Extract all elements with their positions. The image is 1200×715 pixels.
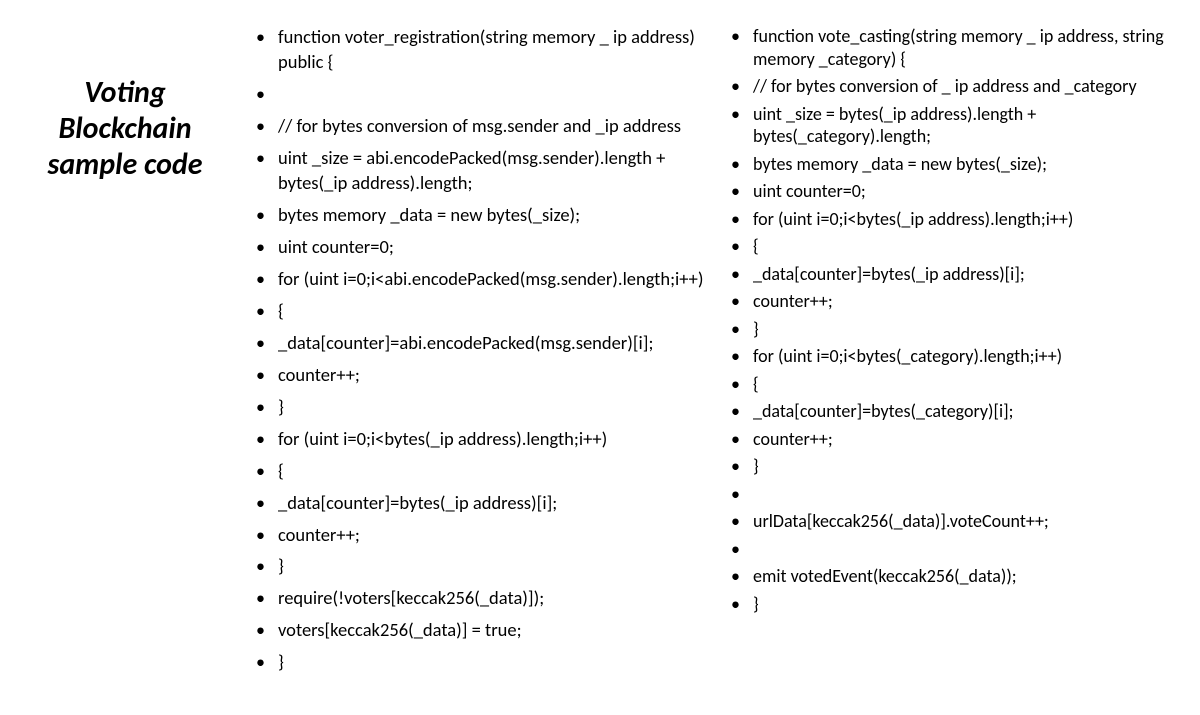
code-line: counter++; [250, 363, 705, 388]
code-line: { [725, 235, 1180, 258]
code-line: { [250, 299, 705, 324]
code-line: } [725, 455, 1180, 478]
code-line: { [250, 459, 705, 484]
code-line: require(!voters[keccak256(_data)]); [250, 586, 705, 611]
code-line: } [725, 318, 1180, 341]
code-line: // for bytes conversion of _ ip address … [725, 75, 1180, 98]
code-line: counter++; [250, 523, 705, 548]
code-line [725, 538, 1180, 561]
code-line: uint _size = abi.encodePacked(msg.sender… [250, 146, 705, 196]
code-line: _data[counter]=abi.encodePacked(msg.send… [250, 331, 705, 356]
code-list-right: function vote_casting(string memory _ ip… [725, 25, 1180, 620]
code-line: } [250, 650, 705, 675]
code-line: voters[keccak256(_data)] = true; [250, 618, 705, 643]
code-line: } [250, 554, 705, 579]
slide-container: Voting Blockchain sample code function v… [20, 25, 1180, 690]
code-line [250, 82, 705, 107]
code-line: _data[counter]=bytes(_category)[i]; [725, 400, 1180, 423]
code-line: uint counter=0; [725, 180, 1180, 203]
code-line: uint _size = bytes(_ip address).length +… [725, 103, 1180, 148]
code-line: for (uint i=0;i<bytes(_ip address).lengt… [725, 208, 1180, 231]
code-line: function voter_registration(string memor… [250, 25, 705, 75]
code-line: uint counter=0; [250, 235, 705, 260]
code-line: function vote_casting(string memory _ ip… [725, 25, 1180, 70]
code-line: counter++; [725, 428, 1180, 451]
code-line: bytes memory _data = new bytes(_size); [250, 203, 705, 228]
code-line: } [725, 593, 1180, 616]
code-line: for (uint i=0;i<bytes(_ip address).lengt… [250, 427, 705, 452]
code-line: { [725, 373, 1180, 396]
code-line: _data[counter]=bytes(_ip address)[i]; [250, 491, 705, 516]
code-list-left: function voter_registration(string memor… [250, 25, 705, 682]
slide-title: Voting Blockchain sample code [20, 75, 230, 183]
code-line: bytes memory _data = new bytes(_size); [725, 153, 1180, 176]
code-line: } [250, 395, 705, 420]
code-line [725, 483, 1180, 506]
code-line: emit votedEvent(keccak256(_data)); [725, 565, 1180, 588]
code-line: counter++; [725, 290, 1180, 313]
code-line: for (uint i=0;i<bytes(_category).length;… [725, 345, 1180, 368]
code-line: urlData[keccak256(_data)].voteCount++; [725, 510, 1180, 533]
code-column-right: function vote_casting(string memory _ ip… [725, 25, 1180, 690]
code-line: _data[counter]=bytes(_ip address)[i]; [725, 263, 1180, 286]
code-line: // for bytes conversion of msg.sender an… [250, 114, 705, 139]
code-line: for (uint i=0;i<abi.encodePacked(msg.sen… [250, 267, 705, 292]
code-column-left: function voter_registration(string memor… [250, 25, 705, 690]
title-column: Voting Blockchain sample code [20, 25, 230, 690]
